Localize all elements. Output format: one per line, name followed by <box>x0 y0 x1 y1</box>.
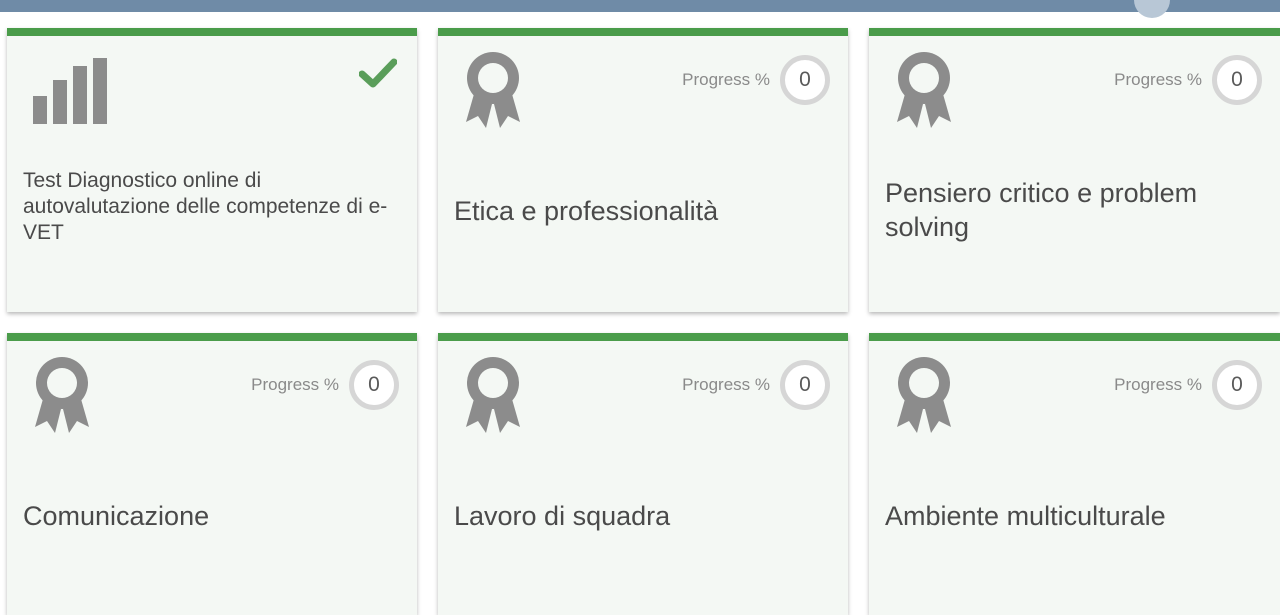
progress-indicator: Progress % 0 <box>682 50 830 110</box>
course-title: Lavoro di squadra <box>454 501 671 531</box>
course-card-multicultural[interactable]: Progress % 0 Ambiente multiculturale <box>869 333 1280 615</box>
check-icon <box>359 58 397 88</box>
course-title: Pensiero critico e problem solving <box>885 178 1198 242</box>
progress-label: Progress % <box>682 375 770 394</box>
award-icon <box>897 357 951 433</box>
progress-value: 0 <box>780 55 830 105</box>
course-card-ethics[interactable]: Progress % 0 Etica e professionalità <box>438 28 848 312</box>
course-card-diagnostic-test[interactable]: Test Diagnostico online di autovalutazio… <box>7 28 417 312</box>
bar-chart-icon <box>33 58 107 124</box>
course-card-critical-thinking[interactable]: Progress % 0 Pensiero critico e problem … <box>869 28 1280 312</box>
award-icon <box>466 52 520 128</box>
progress-indicator: Progress % 0 <box>251 355 399 415</box>
progress-indicator: Progress % 0 <box>682 355 830 415</box>
progress-label: Progress % <box>1114 70 1202 89</box>
course-title: Comunicazione <box>23 501 210 531</box>
award-icon <box>897 52 951 128</box>
progress-value: 0 <box>349 360 399 410</box>
progress-label: Progress % <box>1114 375 1202 394</box>
progress-value: 0 <box>780 360 830 410</box>
progress-label: Progress % <box>682 70 770 89</box>
progress-value: 0 <box>1212 360 1262 410</box>
award-icon <box>466 357 520 433</box>
course-title: Test Diagnostico online di autovalutazio… <box>23 169 388 244</box>
course-grid: Test Diagnostico online di autovalutazio… <box>0 0 1280 615</box>
course-title: Etica e professionalità <box>454 196 719 226</box>
progress-value: 0 <box>1212 55 1262 105</box>
course-card-communication[interactable]: Progress % 0 Comunicazione <box>7 333 417 615</box>
course-title: Ambiente multiculturale <box>885 501 1166 531</box>
progress-indicator: Progress % 0 <box>1114 355 1262 415</box>
course-card-teamwork[interactable]: Progress % 0 Lavoro di squadra <box>438 333 848 615</box>
award-icon <box>35 357 89 433</box>
progress-indicator: Progress % 0 <box>1114 50 1262 110</box>
progress-label: Progress % <box>251 375 339 394</box>
